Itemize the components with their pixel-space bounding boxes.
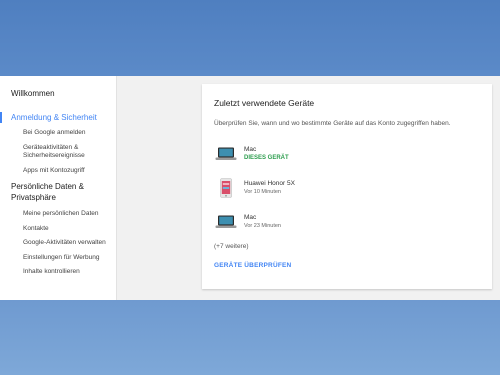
phone-icon <box>214 177 238 198</box>
device-row[interactable]: Mac Vor 23 Minuten <box>214 211 480 233</box>
sidebar-item-activity-controls[interactable]: Google-Aktivitäten verwalten <box>0 239 116 248</box>
review-devices-button[interactable]: GERÄTE ÜBERPRÜFEN <box>214 262 480 269</box>
recent-devices-card: Zuletzt verwendete Geräte Überprüfen Sie… <box>202 84 492 289</box>
device-status: DIESES GERÄT <box>244 154 289 161</box>
laptop-icon <box>214 144 238 164</box>
sidebar-section-security[interactable]: Anmeldung & Sicherheit <box>0 112 116 123</box>
card-title: Zuletzt verwendete Geräte <box>214 98 315 108</box>
sidebar-item-contacts[interactable]: Kontakte <box>0 225 116 234</box>
sidebar-item-personal-info[interactable]: Meine persönlichen Daten <box>0 210 116 219</box>
device-row[interactable]: Mac DIESES GERÄT <box>214 143 480 165</box>
device-name: Mac <box>244 145 257 153</box>
sidebar-item-welcome[interactable]: Willkommen <box>0 88 116 99</box>
device-name: Huawei Honor 5X <box>244 179 295 187</box>
device-row[interactable]: Huawei Honor 5X Vor 10 Minuten <box>214 177 480 199</box>
sidebar-item-content-control[interactable]: Inhalte kontrollieren <box>0 268 116 277</box>
device-last-used: Vor 10 Minuten <box>244 188 281 195</box>
main-content: Zuletzt verwendete Geräte Überprüfen Sie… <box>117 76 500 300</box>
device-name: Mac <box>244 213 257 221</box>
laptop-icon <box>214 212 238 232</box>
sidebar: Willkommen Anmeldung & Sicherheit Bei Go… <box>0 76 117 300</box>
sidebar-item-connected-apps[interactable]: Apps mit Kontozugriff <box>0 167 116 176</box>
device-last-used: Vor 23 Minuten <box>244 222 281 229</box>
more-devices-count: (+7 weitere) <box>214 242 249 250</box>
sidebar-item-google-signin[interactable]: Bei Google anmelden <box>0 129 116 138</box>
sidebar-section-privacy[interactable]: Persönliche Daten & Privatsphäre <box>0 181 116 203</box>
settings-window: Willkommen Anmeldung & Sicherheit Bei Go… <box>0 76 500 300</box>
sidebar-item-device-activity[interactable]: Geräteaktivitäten & Sicherheitsereigniss… <box>0 144 116 161</box>
card-description: Überprüfen Sie, wann und wo bestimmte Ge… <box>214 120 451 127</box>
sidebar-item-ad-settings[interactable]: Einstellungen für Werbung <box>0 254 116 263</box>
